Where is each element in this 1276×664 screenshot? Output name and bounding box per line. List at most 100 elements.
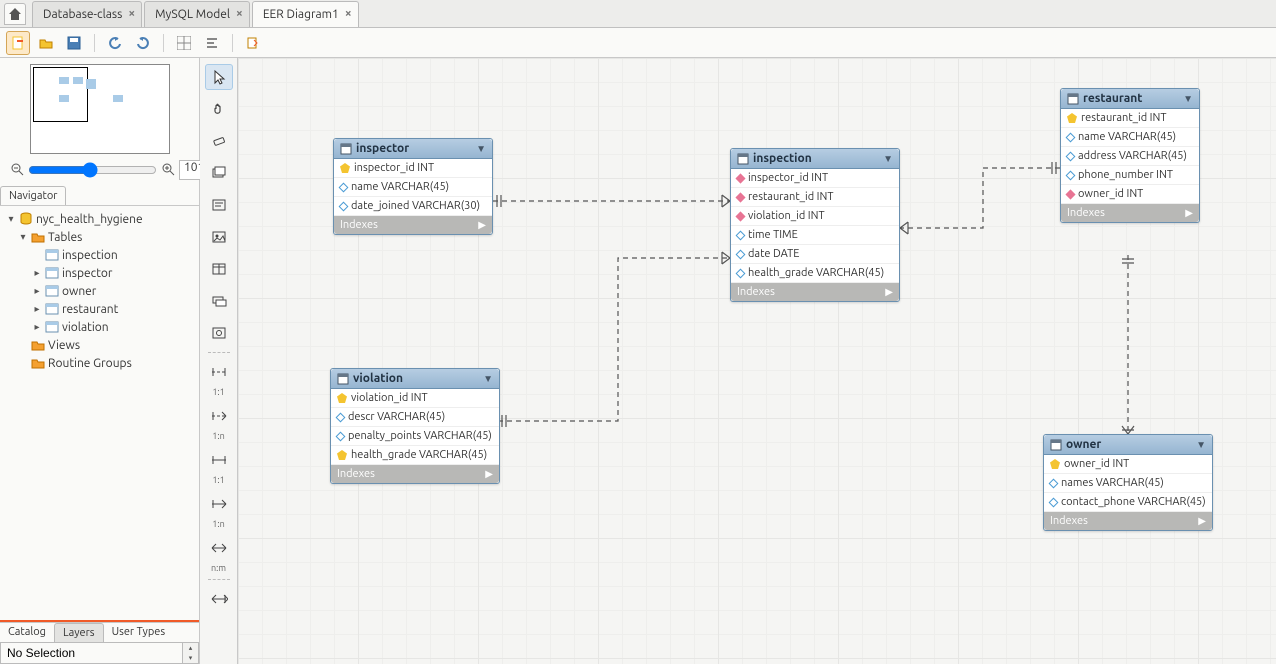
rel-one-one-nonid-tool[interactable] xyxy=(205,359,233,385)
chevron-down-icon[interactable]: ▼ xyxy=(483,373,493,385)
table-icon xyxy=(44,248,60,262)
rel-one-n-id-tool[interactable] xyxy=(205,491,233,517)
column-label: descr VARCHAR(45) xyxy=(348,411,445,423)
tab-bar: Database-class × MySQL Model × EER Diagr… xyxy=(0,0,1276,28)
table-icon xyxy=(44,284,60,298)
grid-toggle-button[interactable] xyxy=(172,31,196,55)
new-file-button[interactable] xyxy=(6,31,30,55)
layer-tool[interactable] xyxy=(205,160,233,186)
chevron-down-icon[interactable]: ▼ xyxy=(476,143,486,155)
diamond-icon xyxy=(1066,170,1076,180)
navigator-tab[interactable]: Navigator xyxy=(0,186,66,205)
key-icon xyxy=(1067,113,1077,123)
chevron-down-icon[interactable]: ▼ xyxy=(1196,439,1206,451)
tab-eer-diagram[interactable]: EER Diagram1 × xyxy=(252,1,359,27)
close-icon[interactable]: × xyxy=(345,8,352,20)
zoom-out-icon[interactable] xyxy=(10,162,24,179)
chevron-down-icon[interactable]: ▼ xyxy=(1183,93,1193,105)
column-label: inspector_id INT xyxy=(748,172,828,184)
column-label: violation_id INT xyxy=(748,210,825,222)
chevron-right-icon[interactable]: ▶ xyxy=(1185,207,1193,219)
zoom-slider[interactable] xyxy=(28,162,157,178)
tree-views[interactable]: Views xyxy=(2,336,197,354)
column-label: health_grade VARCHAR(45) xyxy=(351,449,487,461)
entity-restaurant[interactable]: restaurant▼ restaurant_id INT name VARCH… xyxy=(1060,88,1200,223)
rel-existing-tool[interactable] xyxy=(205,586,233,612)
column-label: date_joined VARCHAR(30) xyxy=(351,200,480,212)
chevron-right-icon[interactable]: ▶ xyxy=(1198,515,1206,527)
tab-mysql-model[interactable]: MySQL Model × xyxy=(144,1,250,27)
indexes-label: Indexes xyxy=(737,286,775,298)
zoom-in-icon[interactable] xyxy=(161,162,175,179)
tree-table-violation[interactable]: ▸ violation xyxy=(2,318,197,336)
table-icon xyxy=(337,373,349,385)
column-label: restaurant_id INT xyxy=(748,191,833,203)
column-label: names VARCHAR(45) xyxy=(1061,477,1164,489)
column-label: restaurant_id INT xyxy=(1081,112,1166,124)
chevron-down-icon[interactable]: ▼ xyxy=(883,153,893,165)
entity-title: inspector xyxy=(356,142,409,155)
tab-label: MySQL Model xyxy=(155,8,230,21)
chevron-right-icon[interactable]: ▶ xyxy=(885,286,893,298)
rel-n-m-tool[interactable] xyxy=(205,535,233,561)
column-label: phone_number INT xyxy=(1078,169,1173,181)
minimap[interactable] xyxy=(30,64,170,154)
fk-icon xyxy=(736,211,746,221)
table-icon xyxy=(1067,93,1079,105)
chevron-right-icon[interactable]: ▶ xyxy=(485,468,493,480)
entity-violation[interactable]: violation▼ violation_id INT descr VARCHA… xyxy=(330,368,500,484)
entity-inspector[interactable]: inspector▼ inspector_id INT name VARCHAR… xyxy=(333,138,493,235)
entity-owner[interactable]: owner▼ owner_id INT names VARCHAR(45) co… xyxy=(1043,434,1213,531)
eraser-tool[interactable] xyxy=(205,128,233,154)
indexes-label: Indexes xyxy=(340,219,378,231)
rel-one-n-nonid-tool[interactable] xyxy=(205,403,233,429)
table-tool[interactable] xyxy=(205,256,233,282)
export-button[interactable] xyxy=(241,31,265,55)
tool-label: 1:1 xyxy=(212,475,224,485)
chevron-right-icon[interactable]: ▶ xyxy=(478,219,486,231)
undo-button[interactable] xyxy=(103,31,127,55)
tree-table-owner[interactable]: ▸ owner xyxy=(2,282,197,300)
folder-icon xyxy=(30,230,46,244)
tree-tables[interactable]: ▾ Tables xyxy=(2,228,197,246)
pointer-tool[interactable] xyxy=(205,64,233,90)
redo-button[interactable] xyxy=(131,31,155,55)
home-tab[interactable] xyxy=(4,3,26,25)
hand-tool[interactable] xyxy=(205,96,233,122)
diamond-icon xyxy=(336,431,346,441)
tree-table-restaurant[interactable]: ▸ restaurant xyxy=(2,300,197,318)
tree-routines[interactable]: Routine Groups xyxy=(2,354,197,372)
tree-database[interactable]: ▾ nyc_health_hygiene xyxy=(2,210,197,228)
tab-layers[interactable]: Layers xyxy=(54,623,104,642)
tab-usertypes[interactable]: User Types xyxy=(104,623,174,642)
table-icon xyxy=(44,266,60,280)
text-tool[interactable] xyxy=(205,192,233,218)
rel-one-one-id-tool[interactable] xyxy=(205,447,233,473)
tab-database-class[interactable]: Database-class × xyxy=(32,1,142,27)
indexes-label: Indexes xyxy=(337,468,375,480)
indexes-label: Indexes xyxy=(1067,207,1105,219)
tree-label: violation xyxy=(62,321,109,334)
open-file-button[interactable] xyxy=(34,31,58,55)
selection-stepper[interactable]: ▴▾ xyxy=(183,642,199,664)
selection-input[interactable] xyxy=(0,642,183,664)
image-tool[interactable] xyxy=(205,224,233,250)
diamond-icon xyxy=(736,268,746,278)
diamond-icon xyxy=(1049,478,1059,488)
view-tool[interactable] xyxy=(205,288,233,314)
key-icon xyxy=(1050,459,1060,469)
align-button[interactable] xyxy=(200,31,224,55)
routine-tool[interactable] xyxy=(205,320,233,346)
tree-table-inspector[interactable]: ▸ inspector xyxy=(2,264,197,282)
tab-catalog[interactable]: Catalog xyxy=(0,623,54,642)
sidebar: 101 ▼ Navigator ▾ nyc_health_hygiene ▾ T… xyxy=(0,58,200,664)
save-button[interactable] xyxy=(62,31,86,55)
close-icon[interactable]: × xyxy=(128,8,135,20)
tree-table-inspection[interactable]: inspection xyxy=(2,246,197,264)
diagram-canvas[interactable]: inspector▼ inspector_id INT name VARCHAR… xyxy=(238,58,1276,664)
entity-title: restaurant xyxy=(1083,92,1143,105)
close-icon[interactable]: × xyxy=(236,8,243,20)
tree-label: Tables xyxy=(48,231,82,244)
column-label: owner_id INT xyxy=(1064,458,1129,470)
entity-inspection[interactable]: inspection▼ inspector_id INT restaurant_… xyxy=(730,148,900,302)
